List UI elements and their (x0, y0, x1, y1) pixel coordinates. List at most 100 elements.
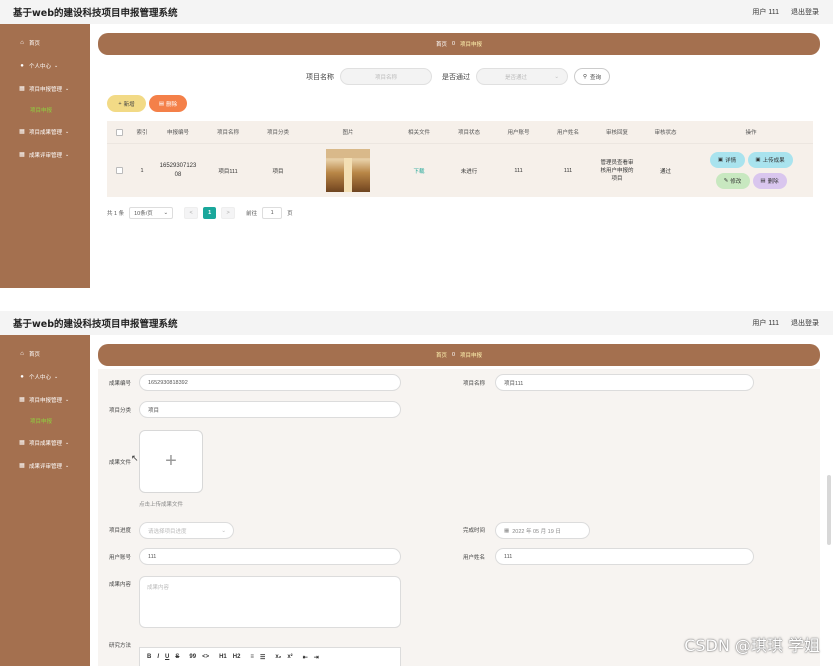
upload-hint: 点击上传成果文件 (139, 502, 184, 508)
col-user-name[interactable]: 用户姓名 (544, 128, 592, 136)
sidebar-item-project-results[interactable]: ▦ 项目成果管理 ⌄ (0, 120, 90, 143)
subscript-button[interactable]: x₂ (275, 654, 281, 660)
col-file[interactable]: 相关文件 (393, 128, 445, 136)
add-button[interactable]: + 新增 (107, 95, 146, 112)
batch-delete-button[interactable]: ▤ 删除 (149, 95, 187, 112)
cell-index: 1 (140, 167, 144, 174)
user-icon: ● (20, 62, 24, 69)
col-project-name[interactable]: 项目名称 (203, 128, 253, 136)
file-upload-box[interactable]: + (139, 430, 203, 493)
breadcrumb-home[interactable]: 首页 (436, 40, 447, 48)
calendar-icon: ▦ (504, 527, 510, 534)
chevron-down-icon: ⌄ (65, 128, 70, 135)
cell-account: 111 (514, 167, 523, 174)
user-label[interactable]: 用户 111 (752, 7, 779, 17)
grid-icon: ▦ (19, 440, 25, 446)
bold-button[interactable]: B (147, 654, 151, 660)
form-scrollbar[interactable] (827, 475, 831, 545)
download-link[interactable]: 下载 (393, 167, 445, 175)
col-status[interactable]: 项目状态 (445, 128, 493, 136)
ordered-list-button[interactable]: ≡ (250, 654, 254, 660)
col-reply[interactable]: 审核回复 (592, 128, 642, 136)
trash-icon: ▤ (760, 178, 766, 184)
breadcrumb-separator: 0 (451, 41, 456, 47)
underline-button[interactable]: U (165, 654, 169, 660)
project-name-input[interactable]: 项目名称 (340, 68, 432, 85)
page-size-select[interactable]: 10条/页 ⌄ (129, 207, 174, 219)
project-name-label: 项目名称 (306, 73, 334, 81)
outdent-button[interactable]: ⇤ (303, 654, 308, 661)
next-page-button[interactable]: > (221, 207, 236, 219)
superscript-button[interactable]: x² (287, 654, 292, 660)
result-form: 成果编号 1652930818392 项目名称 项目111 项目分类 项目 成果… (98, 369, 820, 666)
form-main-area: 首页 0 项目申报 成果编号 1652930818392 项目名称 项目111 … (90, 335, 833, 666)
sidebar-item-result-review[interactable]: ▦ 成果评审管理 ⌄ (0, 143, 90, 166)
row-checkbox[interactable] (107, 167, 131, 174)
sidebar-subitem-project-report[interactable]: 项目申报 (0, 411, 90, 431)
goto-prefix: 前往 (246, 211, 258, 217)
sidebar-item-home[interactable]: ⌂ 首页 (0, 342, 90, 365)
code-button[interactable]: <> (202, 654, 209, 660)
document-icon: ▣ (755, 157, 761, 163)
logout-link[interactable]: 退出登录 (791, 318, 819, 328)
indent-button[interactable]: ⇥ (314, 654, 319, 661)
upload-result-button[interactable]: ▣ 上传成果 (747, 152, 793, 168)
bullet-list-button[interactable]: ☰ (260, 654, 265, 661)
sidebar-subitem-project-report[interactable]: 项目申报 (0, 100, 90, 120)
mouse-cursor-icon: ↖ (131, 453, 139, 463)
goto-suffix: 页 (287, 211, 293, 217)
strike-button[interactable]: S (175, 654, 179, 660)
project-image[interactable] (326, 149, 370, 192)
project-table: 索引 申报编号 项目名称 项目分类 图片 相关文件 项目状态 用户账号 用户姓名… (107, 121, 813, 197)
page-1-button[interactable]: 1 (203, 207, 217, 219)
chevron-down-icon: ⌄ (54, 373, 59, 380)
progress-select[interactable]: 请选择项目进度 ⌄ (139, 522, 234, 539)
screenshot-canvas: 基于web的建设科技项目申报管理系统 用户 111 退出登录 ⌂ 首页 ● 个人… (0, 0, 833, 666)
category-field[interactable]: 项目 (139, 401, 401, 418)
plus-icon: + (118, 100, 122, 107)
sidebar-item-profile[interactable]: ● 个人中心 ⌄ (0, 54, 90, 77)
italic-button[interactable]: I (157, 654, 159, 660)
logout-link[interactable]: 退出登录 (791, 7, 819, 17)
sidebar-item-project-results[interactable]: ▦ 项目成果管理 ⌄ (0, 431, 90, 454)
chevron-down-icon: ⌄ (163, 210, 169, 216)
col-category[interactable]: 项目分类 (253, 128, 303, 136)
user-name-field[interactable]: 111 (495, 548, 754, 565)
col-image[interactable]: 图片 (303, 128, 393, 136)
user-label[interactable]: 用户 111 (752, 318, 779, 328)
col-report-no[interactable]: 申报编号 (153, 128, 203, 136)
query-button[interactable]: ⚲ 查询 (574, 68, 611, 85)
chevron-down-icon: ⌄ (554, 73, 559, 80)
table-row: 1 16529307123 08 项目111 项目 下载 未进行 111 111… (107, 143, 813, 197)
cell-reply: 管理员查看审核用户申报的项目 (600, 159, 634, 182)
account-label: 用户账号 (109, 555, 132, 561)
row-delete-button[interactable]: ▤ 删除 (752, 173, 787, 189)
top-header-form: 基于web的建设科技项目申报管理系统 用户 111 退出登录 (0, 311, 833, 335)
detail-button[interactable]: ▣ 详情 (709, 152, 745, 168)
document-icon: ▣ (717, 157, 724, 163)
top-header: 基于web的建设科技项目申报管理系统 用户 111 退出登录 (0, 0, 833, 24)
prev-page-button[interactable]: < (184, 207, 199, 219)
col-account[interactable]: 用户账号 (493, 128, 544, 136)
sidebar-form: ⌂ 首页 ● 个人中心 ⌄ ▦ 项目申报管理 ⌄ 项目申报 ▦ 项目成果管理 ⌄… (0, 335, 90, 666)
col-audit-state[interactable]: 审核状态 (642, 128, 689, 136)
quote-button[interactable]: 99 (189, 654, 196, 660)
result-no-field[interactable]: 1652930818392 (139, 374, 401, 391)
edit-button[interactable]: ✎ 修改 (715, 173, 750, 189)
h1-button[interactable]: H1 (219, 654, 227, 660)
select-all-checkbox[interactable] (107, 128, 131, 136)
chevron-down-icon: ⌄ (65, 439, 70, 446)
sidebar-item-result-review[interactable]: ▦ 成果评审管理 ⌄ (0, 454, 90, 477)
account-field[interactable]: 111 (139, 548, 401, 565)
sidebar-item-profile[interactable]: ● 个人中心 ⌄ (0, 365, 90, 388)
content-textarea[interactable]: 成果内容 (139, 576, 401, 628)
sidebar-item-home[interactable]: ⌂ 首页 (0, 31, 90, 54)
project-name-field[interactable]: 项目111 (495, 374, 754, 391)
pass-select[interactable]: 是否通过 ⌄ (476, 68, 568, 85)
sidebar-item-project-report[interactable]: ▦ 项目申报管理 ⌄ (0, 77, 90, 100)
breadcrumb-home[interactable]: 首页 (436, 351, 447, 359)
sidebar-item-project-report[interactable]: ▦ 项目申报管理 ⌄ (0, 388, 90, 411)
h2-button[interactable]: H2 (233, 654, 241, 660)
goto-page-input[interactable]: 1 (262, 207, 283, 219)
finish-time-picker[interactable]: ▦ 2022 年 05 月 19 日 (495, 522, 590, 539)
